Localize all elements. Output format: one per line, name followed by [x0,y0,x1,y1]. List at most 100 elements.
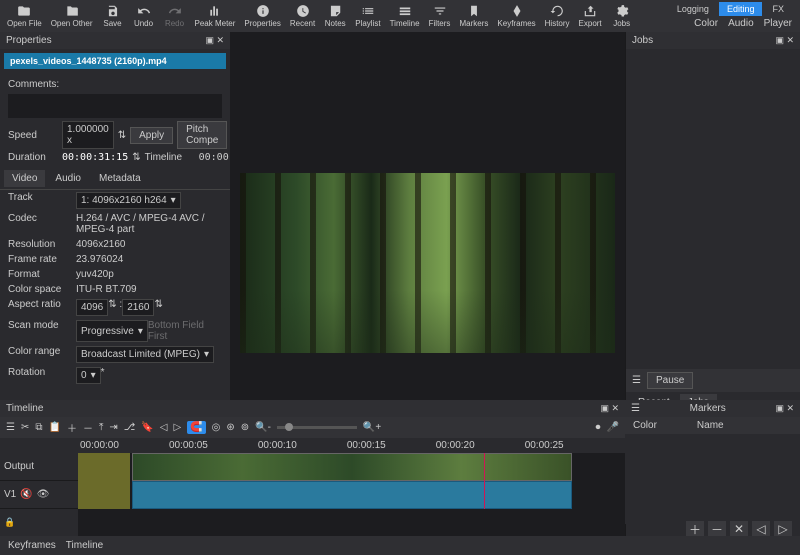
comments-input[interactable] [8,94,222,118]
mode-switcher: Logging Editing FX Color Audio Player [669,2,792,29]
pitch-button[interactable]: Pitch Compe [177,121,227,149]
remove-icon[interactable]: － [83,420,93,435]
timeline-panel: Timeline▣ ✕ ☰ ✂ ⧉ 📋 ＋ － ⤒ ⇥ ⎇ 🔖 ◁ ▷ 🧲 ◎ … [0,400,625,537]
resolution-value: 4096x2160 [76,239,126,250]
editing-mode-tab[interactable]: Editing [719,2,763,16]
timeline-toolbar: ☰ ✂ ⧉ 📋 ＋ － ⤒ ⇥ ⎇ 🔖 ◁ ▷ 🧲 ◎ ⊛ ⊚ 🔍- 🔍+ ⏺ … [0,417,625,438]
codec-value: H.264 / AVC / MPEG-4 AVC / MPEG-4 part [76,213,222,235]
prev-marker-button[interactable]: ◁ [752,521,770,537]
colorspace-value: ITU-R BT.709 [76,284,137,295]
folder-plus-icon [65,4,79,18]
peak-meter-button[interactable]: Peak Meter [191,3,240,29]
apply-button[interactable]: Apply [130,127,173,144]
undo-icon [137,4,151,18]
overwrite-icon[interactable]: ⇥ [109,422,117,433]
copy-icon[interactable]: ⧉ [35,422,42,433]
aspect-w-input[interactable]: 4096 [76,299,108,316]
mic-icon[interactable]: 🎤 [607,422,619,433]
v1-track-header[interactable]: V1🔇👁 [0,481,78,509]
audio-media-tab[interactable]: Audio [47,170,89,187]
open-other-button[interactable]: Open Other [47,3,97,29]
paste-icon[interactable]: 📋 [49,422,61,433]
fx-mode-tab[interactable]: FX [764,2,792,16]
panel-menu-icon[interactable]: ☰ [631,403,640,414]
video-clip[interactable] [132,453,572,481]
audio-clip[interactable] [132,481,572,509]
eye-icon[interactable]: 👁 [37,489,50,500]
metadata-tab[interactable]: Metadata [91,170,149,187]
logging-mode-tab[interactable]: Logging [669,2,717,16]
scanmode-dropdown[interactable]: Progressive ▾ [76,320,148,342]
track-dropdown[interactable]: 1: 4096x2160 h264 ▾ [76,192,181,209]
recent-button[interactable]: Recent [286,3,319,29]
jobs-button[interactable]: Jobs [607,3,637,29]
markers-button[interactable]: Markers [456,3,493,29]
snap-icon[interactable]: 🧲 [187,421,205,434]
timeline-icon [398,4,412,18]
timeline-ruler[interactable]: 00:00:0000:00:0500:00:1000:00:1500:00:20… [0,438,625,453]
format-value: yuv420p [76,269,114,280]
redo-icon [168,4,182,18]
ripple-all-icon[interactable]: ⊚ [241,422,249,433]
player-tab[interactable]: Player [764,18,792,29]
folder-open-icon [17,4,31,18]
save-button[interactable]: Save [98,3,128,29]
pause-button[interactable]: Pause [647,372,693,389]
redo-button[interactable]: Redo [160,3,190,29]
marker-add-icon[interactable]: 🔖 [141,422,153,433]
bottom-tabs: Keyframes Timeline [0,536,800,555]
panel-controls[interactable]: ▣ ✕ [205,35,224,46]
audio-tab[interactable]: Audio [728,18,754,29]
next-marker-icon[interactable]: ▷ [173,422,181,433]
next-marker-button[interactable]: ▷ [774,521,792,537]
open-file-button[interactable]: Open File [3,3,46,29]
duration-value: 00:00:31:15 [62,152,128,163]
color-tab[interactable]: Color [694,18,718,29]
scrub-icon[interactable]: ◎ [212,422,221,433]
zoom-slider[interactable] [277,426,357,429]
add-marker-button[interactable]: ＋ [686,521,704,537]
timeline-button[interactable]: Timeline [386,3,424,29]
video-tab[interactable]: Video [4,170,45,187]
timeline-btab[interactable]: Timeline [66,540,103,551]
add-icon[interactable]: ＋ [67,420,77,435]
prev-marker-icon[interactable]: ◁ [160,422,168,433]
video-preview[interactable] [240,173,615,353]
list-icon [361,4,375,18]
notes-button[interactable]: Notes [320,3,350,29]
mute-icon[interactable]: 🔇 [20,489,32,500]
rotation-dropdown[interactable]: 0 ▾ [76,367,101,384]
export-button[interactable]: Export [575,3,606,29]
keyframes-button[interactable]: Keyframes [493,3,539,29]
note-icon [328,4,342,18]
name-col[interactable]: Name [697,420,724,431]
speed-input[interactable]: 1.000000 x [62,121,114,149]
del-marker-button[interactable]: － [708,521,726,537]
ripple-icon[interactable]: ⊛ [226,422,234,433]
output-track-header[interactable]: Output [0,453,78,481]
clear-markers-button[interactable]: ✕ [730,521,748,537]
cut-icon[interactable]: ✂ [21,422,29,433]
lock-track[interactable]: 🔒 [0,509,78,537]
undo-button[interactable]: Undo [129,3,159,29]
playlist-button[interactable]: Playlist [351,3,384,29]
zoom-in-icon[interactable]: 🔍+ [363,422,381,433]
colorrange-dropdown[interactable]: Broadcast Limited (MPEG) ▾ [76,346,214,363]
tl-menu-icon[interactable]: ☰ [6,422,15,433]
zoom-out-icon[interactable]: 🔍- [255,422,271,433]
markers-controls: ＋ － ✕ ◁ ▷ [686,521,792,537]
record-icon[interactable]: ⏺ [596,422,601,433]
color-col[interactable]: Color [633,420,657,431]
gear-icon [615,4,629,18]
output-clip[interactable] [78,453,130,509]
split-icon[interactable]: ⎇ [124,422,136,433]
timeline-content[interactable] [78,453,625,537]
filters-button[interactable]: Filters [425,3,455,29]
aspect-h-input[interactable]: 2160 [122,299,154,316]
keyframes-btab[interactable]: Keyframes [8,540,56,551]
history-button[interactable]: History [541,3,574,29]
jobs-menu-icon[interactable]: ☰ [632,375,641,386]
playhead[interactable] [484,453,485,509]
properties-button[interactable]: Properties [240,3,284,29]
lift-icon[interactable]: ⤒ [99,422,103,433]
